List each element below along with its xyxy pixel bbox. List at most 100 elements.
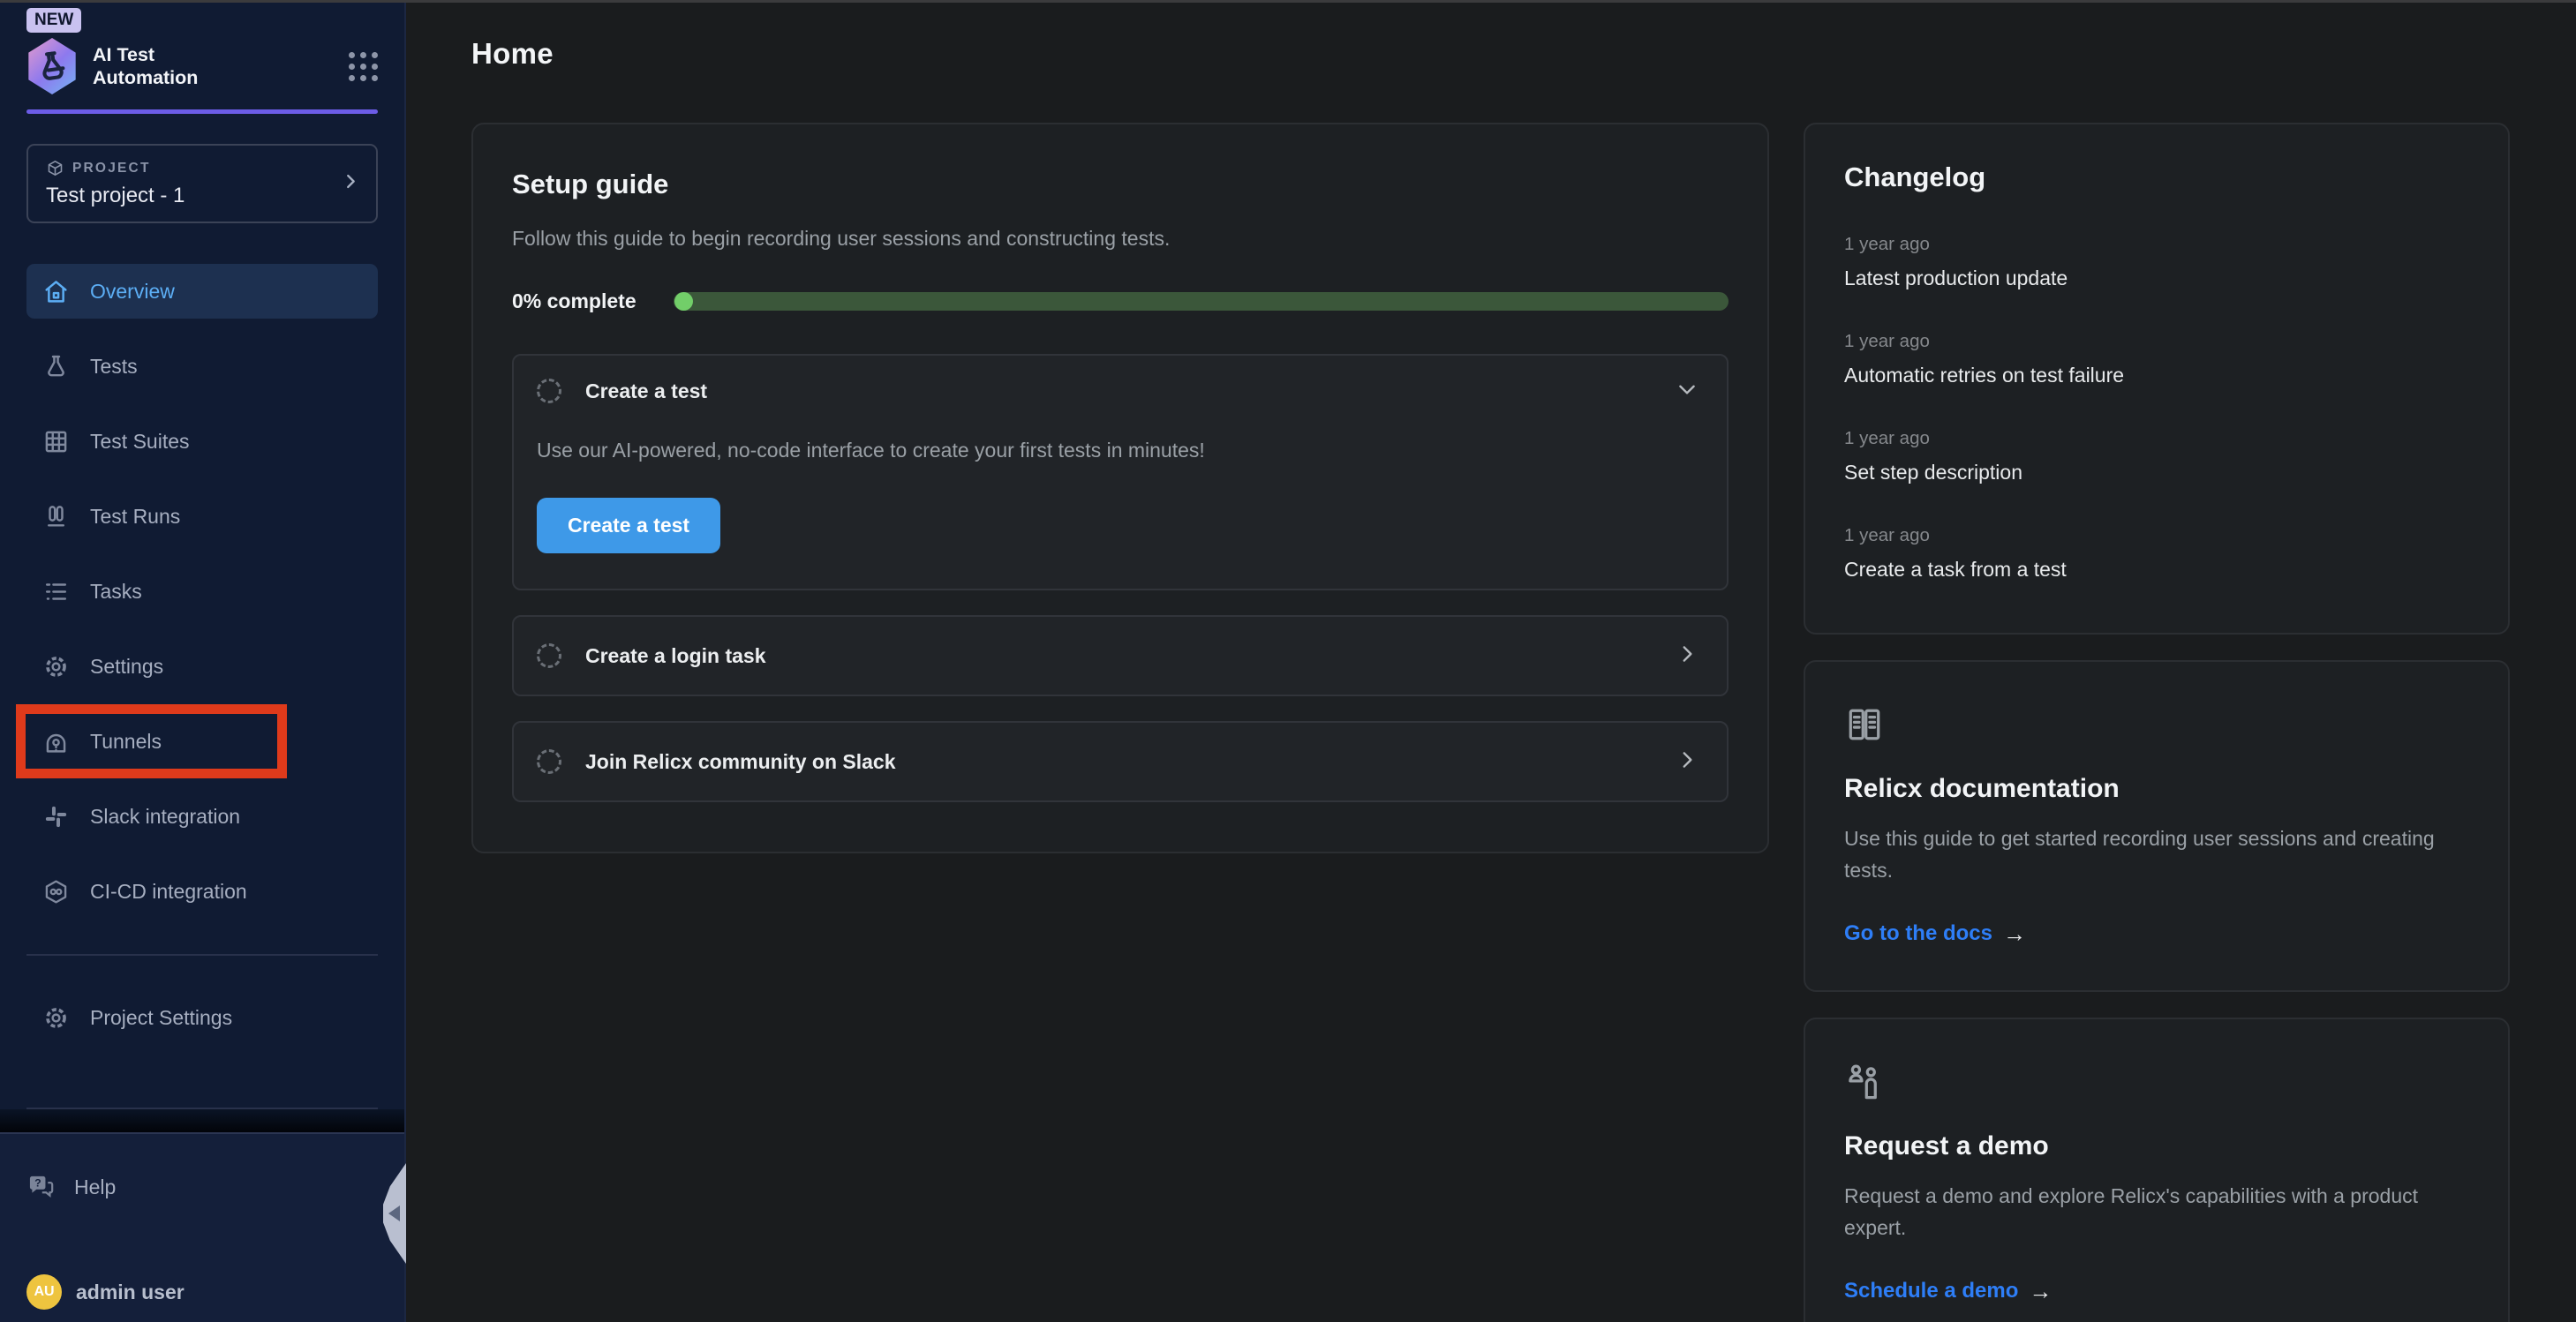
step-create-a-login-task[interactable]: Create a login task (512, 615, 1729, 696)
changelog-time: 1 year ago (1844, 525, 2469, 546)
project-selector[interactable]: PROJECT Test project - 1 (26, 144, 378, 223)
documentation-description: Use this guide to get started recording … (1844, 823, 2469, 887)
new-badge: NEW (26, 8, 81, 33)
brand-underline (26, 109, 378, 114)
incomplete-step-circle-icon (537, 643, 561, 668)
user-menu[interactable]: AU admin user (26, 1274, 378, 1310)
request-demo-description: Request a demo and explore Relicx's capa… (1844, 1181, 2469, 1244)
home-icon (42, 278, 70, 305)
gear-icon (42, 1004, 70, 1032)
sidebar-item-cicd-integration[interactable]: CI-CD integration (26, 864, 378, 919)
chevron-right-icon (1676, 748, 1699, 776)
tunnel-icon (42, 728, 70, 755)
sidebar-item-tests[interactable]: Tests (26, 339, 378, 394)
app-title: AI Test Automation (93, 43, 243, 89)
changelog-entry: 1 year ago Set step description (1844, 428, 2469, 484)
app-logo (26, 38, 78, 94)
step-header[interactable]: Create a test (537, 379, 1704, 403)
create-a-test-button[interactable]: Create a test (537, 498, 720, 553)
sidebar-item-label: CI-CD integration (90, 880, 247, 904)
sidebar-item-overview[interactable]: Overview (26, 264, 378, 319)
changelog-title: Changelog (1844, 161, 2469, 193)
table-grid-icon (42, 428, 70, 455)
incomplete-step-circle-icon (537, 749, 561, 774)
changelog-entry: 1 year ago Latest production update (1844, 234, 2469, 290)
setup-steps: Create a test Use our AI-powered, no-cod… (512, 354, 1729, 802)
sidebar-item-label: Test Runs (90, 505, 180, 529)
flask-logo-icon (34, 48, 72, 86)
incomplete-step-circle-icon (537, 379, 561, 403)
main-content: Home Setup guide Follow this guide to be… (406, 0, 2576, 1322)
sidebar-item-slack-integration[interactable]: Slack integration (26, 789, 378, 844)
sidebar-item-label: Tunnels (90, 730, 162, 754)
slack-icon (42, 803, 70, 830)
changelog-time: 1 year ago (1844, 331, 2469, 352)
step-title: Create a login task (585, 644, 766, 668)
user-name: admin user (76, 1281, 185, 1304)
progress-knob (674, 292, 693, 311)
cicd-hexagon-icon (42, 878, 70, 905)
changelog-entry: 1 year ago Create a task from a test (1844, 525, 2469, 582)
triangle-left-icon (388, 1206, 400, 1221)
gear-icon (42, 653, 70, 680)
help-button[interactable]: ? Help (26, 1173, 378, 1201)
setup-guide-subtitle: Follow this guide to begin recording use… (512, 227, 1729, 251)
tasks-list-icon (42, 578, 70, 605)
sidebar-item-label: Test Suites (90, 430, 190, 454)
changelog-entry-title: Automatic retries on test failure (1844, 364, 2469, 387)
sidebar-item-label: Project Settings (90, 1006, 232, 1030)
sidebar-item-project-settings[interactable]: Project Settings (26, 990, 378, 1045)
progress-label: 0% complete (512, 289, 636, 313)
changelog-entry-title: Set step description (1844, 461, 2469, 484)
changelog-entry-title: Create a task from a test (1844, 558, 2469, 582)
test-runs-icon (42, 503, 70, 530)
sidebar-item-tunnels[interactable]: Tunnels (26, 714, 378, 769)
request-demo-title: Request a demo (1844, 1131, 2469, 1161)
sidebar-item-label: Overview (90, 280, 175, 304)
sidebar-item-tasks[interactable]: Tasks (26, 564, 378, 619)
sidebar-item-test-runs[interactable]: Test Runs (26, 489, 378, 544)
page-title: Home (471, 37, 2510, 71)
people-icon (1844, 1062, 2469, 1107)
sidebar-item-settings[interactable]: Settings (26, 639, 378, 694)
flask-icon (42, 353, 70, 380)
step-title: Create a test (585, 379, 707, 403)
sidebar-bottom-panel: ? Help AU admin user (0, 1132, 404, 1322)
setup-guide-card: Setup guide Follow this guide to begin r… (471, 123, 1769, 853)
sidebar-item-test-suites[interactable]: Test Suites (26, 414, 378, 469)
setup-guide-title: Setup guide (512, 169, 1729, 200)
window-top-edge (0, 0, 2576, 3)
project-label: PROJECT (72, 161, 151, 177)
arrow-right-icon: → (2029, 1278, 2052, 1305)
help-chat-icon: ? (26, 1173, 56, 1201)
arrow-right-icon: → (2003, 920, 2026, 948)
sidebar-nav: Overview Tests Test Suites Test Runs (26, 264, 378, 939)
chevron-right-icon (1676, 642, 1699, 670)
sidebar: NEW AI Test Automation PROJECT Test proj… (0, 0, 406, 1322)
changelog-entry: 1 year ago Automatic retries on test fai… (1844, 331, 2469, 387)
sidebar-divider (26, 954, 378, 956)
app-switcher-grid-icon[interactable] (349, 52, 378, 81)
help-label: Help (74, 1176, 116, 1199)
progress-bar (674, 292, 1729, 311)
documentation-icon (1844, 704, 2469, 749)
documentation-title: Relicx documentation (1844, 774, 2469, 804)
schedule-demo-link[interactable]: Schedule a demo → (1844, 1278, 2052, 1305)
sidebar-item-label: Tests (90, 355, 138, 379)
setup-progress: 0% complete (512, 289, 1729, 313)
sidebar-item-label: Settings (90, 655, 163, 679)
step-join-slack-community[interactable]: Join Relicx community on Slack (512, 721, 1729, 802)
step-title: Join Relicx community on Slack (585, 750, 896, 774)
chevron-right-icon (341, 172, 360, 196)
changelog-time: 1 year ago (1844, 428, 2469, 449)
changelog-card: Changelog 1 year ago Latest production u… (1804, 123, 2510, 635)
documentation-card: Relicx documentation Use this guide to g… (1804, 660, 2510, 992)
changelog-entry-title: Latest production update (1844, 267, 2469, 290)
package-icon (46, 159, 64, 177)
go-to-docs-link[interactable]: Go to the docs → (1844, 920, 2026, 948)
right-column: Changelog 1 year ago Latest production u… (1804, 123, 2510, 1322)
project-name: Test project - 1 (46, 184, 358, 208)
request-demo-card: Request a demo Request a demo and explor… (1804, 1018, 2510, 1322)
step-create-a-test: Create a test Use our AI-powered, no-cod… (512, 354, 1729, 590)
step-description: Use our AI-powered, no-code interface to… (537, 439, 1704, 462)
